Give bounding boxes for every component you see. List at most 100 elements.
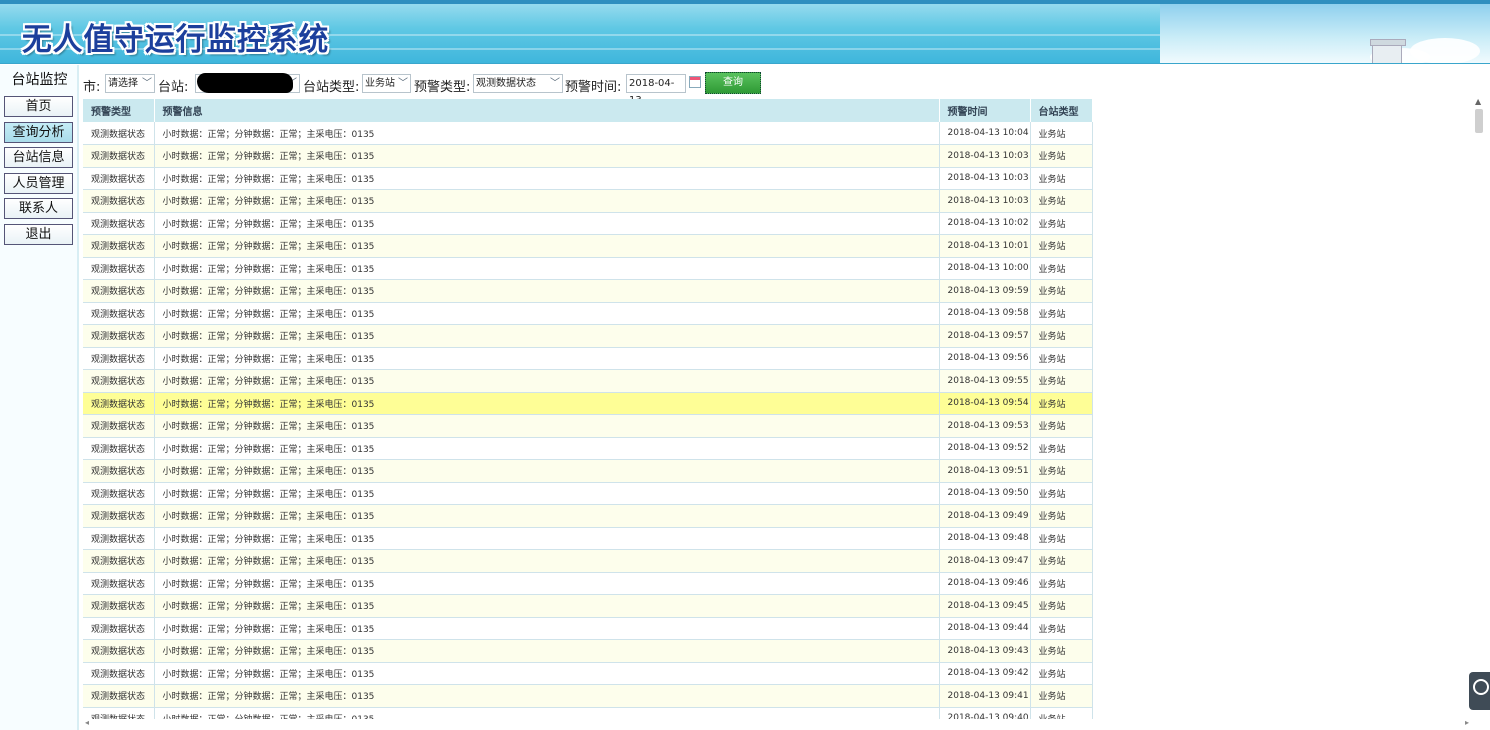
cell-alert-time: 2018-04-13 09:53 bbox=[939, 414, 1031, 438]
arrow-left-icon[interactable]: ◂ bbox=[85, 718, 89, 727]
query-button[interactable]: 查询 bbox=[705, 72, 761, 94]
table-row[interactable]: 观测数据状态小时数据：正常；分钟数据：正常；主采电压：01352018-04-1… bbox=[83, 212, 1093, 235]
cell-alert-type: 观测数据状态 bbox=[83, 324, 155, 348]
table-row[interactable]: 观测数据状态小时数据：正常；分钟数据：正常；主采电压：01352018-04-1… bbox=[83, 482, 1093, 505]
station-building-decoration bbox=[1370, 39, 1406, 63]
cell-station-type: 业务站 bbox=[1030, 572, 1093, 595]
arrow-up-icon[interactable]: ▲ bbox=[1475, 97, 1481, 106]
cell-alert-time: 2018-04-13 09:59 bbox=[939, 279, 1031, 303]
cell-station-type: 业务站 bbox=[1030, 504, 1093, 528]
scrollbar-thumb[interactable] bbox=[1475, 109, 1483, 133]
vertical-scrollbar[interactable]: ▲ bbox=[1473, 97, 1486, 717]
arrow-right-icon[interactable]: ▸ bbox=[1465, 718, 1469, 727]
nav-query-analysis-button[interactable]: 查询分析 bbox=[4, 122, 73, 143]
table-row[interactable]: 观测数据状态小时数据：正常；分钟数据：正常；主采电压：01352018-04-1… bbox=[83, 122, 1093, 145]
remote-control-icon[interactable] bbox=[1469, 672, 1490, 710]
table-row[interactable]: 观测数据状态小时数据：正常；分钟数据：正常；主采电压：01352018-04-1… bbox=[83, 617, 1093, 640]
nav-logout-button[interactable]: 退出 bbox=[4, 224, 73, 245]
cell-alert-type: 观测数据状态 bbox=[83, 527, 155, 550]
table-row[interactable]: 观测数据状态小时数据：正常；分钟数据：正常；主采电压：01352018-04-1… bbox=[83, 279, 1093, 303]
table-row[interactable]: 观测数据状态小时数据：正常；分钟数据：正常；主采电压：01352018-04-1… bbox=[83, 639, 1093, 663]
alert-type-select[interactable]: 观测数据状态 ﹀ bbox=[473, 74, 563, 93]
cell-alert-info: 小时数据：正常；分钟数据：正常；主采电压：0135 bbox=[154, 662, 940, 685]
table-row[interactable]: 观测数据状态小时数据：正常；分钟数据：正常；主采电压：01352018-04-1… bbox=[83, 392, 1093, 415]
cell-alert-info: 小时数据：正常；分钟数据：正常；主采电压：0135 bbox=[154, 414, 940, 438]
cell-alert-type: 观测数据状态 bbox=[83, 122, 155, 145]
app-title: 无人值守运行监控系统 bbox=[22, 22, 330, 58]
cell-alert-info: 小时数据：正常；分钟数据：正常；主采电压：0135 bbox=[154, 594, 940, 618]
station-label: 台站: bbox=[158, 80, 189, 95]
cell-station-type: 业务站 bbox=[1030, 234, 1093, 258]
table-row[interactable]: 观测数据状态小时数据：正常；分钟数据：正常；主采电压：01352018-04-1… bbox=[83, 504, 1093, 528]
cell-alert-time: 2018-04-13 09:57 bbox=[939, 324, 1031, 348]
cell-station-type: 业务站 bbox=[1030, 144, 1093, 168]
table-row[interactable]: 观测数据状态小时数据：正常；分钟数据：正常；主采电压：01352018-04-1… bbox=[83, 167, 1093, 190]
cell-alert-time: 2018-04-13 09:51 bbox=[939, 459, 1031, 483]
column-header-alert-info[interactable]: 预警信息 bbox=[154, 99, 940, 122]
table-row[interactable]: 观测数据状态小时数据：正常；分钟数据：正常；主采电压：01352018-04-1… bbox=[83, 302, 1093, 325]
cell-alert-info: 小时数据：正常；分钟数据：正常；主采电压：0135 bbox=[154, 122, 940, 145]
nav-home-button[interactable]: 首页 bbox=[4, 96, 73, 117]
column-header-alert-time[interactable]: 预警时间 bbox=[939, 99, 1031, 122]
cell-alert-type: 观测数据状态 bbox=[83, 414, 155, 438]
city-select-value: 请选择 bbox=[108, 78, 138, 89]
table-row[interactable]: 观测数据状态小时数据：正常；分钟数据：正常；主采电压：01352018-04-1… bbox=[83, 144, 1093, 168]
filter-bar: 市: 请选择 ﹀ 台站: ﹀ 台站类型: 业务站 ﹀ 预警类型: 观测数据状态 … bbox=[83, 72, 783, 106]
table-row[interactable]: 观测数据状态小时数据：正常；分钟数据：正常；主采电压：01352018-04-1… bbox=[83, 257, 1093, 280]
nav-station-info-button[interactable]: 台站信息 bbox=[4, 147, 73, 168]
cell-alert-info: 小时数据：正常；分钟数据：正常；主采电压：0135 bbox=[154, 684, 940, 708]
chevron-down-icon: ﹀ bbox=[398, 78, 408, 89]
cell-alert-type: 观测数据状态 bbox=[83, 234, 155, 258]
cell-alert-info: 小时数据：正常；分钟数据：正常；主采电压：0135 bbox=[154, 167, 940, 190]
cell-alert-type: 观测数据状态 bbox=[83, 594, 155, 618]
cell-station-type: 业务站 bbox=[1030, 594, 1093, 618]
table-row[interactable]: 观测数据状态小时数据：正常；分钟数据：正常；主采电压：01352018-04-1… bbox=[83, 527, 1093, 550]
cell-alert-time: 2018-04-13 09:46 bbox=[939, 572, 1031, 595]
cell-station-type: 业务站 bbox=[1030, 279, 1093, 303]
cell-station-type: 业务站 bbox=[1030, 392, 1093, 415]
table-row[interactable]: 观测数据状态小时数据：正常；分钟数据：正常；主采电压：01352018-04-1… bbox=[83, 572, 1093, 595]
cell-alert-time: 2018-04-13 10:02 bbox=[939, 212, 1031, 235]
cell-station-type: 业务站 bbox=[1030, 549, 1093, 573]
calendar-icon[interactable] bbox=[689, 76, 701, 88]
table-row[interactable]: 观测数据状态小时数据：正常；分钟数据：正常；主采电压：01352018-04-1… bbox=[83, 684, 1093, 708]
cell-alert-type: 观测数据状态 bbox=[83, 392, 155, 415]
table-row[interactable]: 观测数据状态小时数据：正常；分钟数据：正常；主采电压：01352018-04-1… bbox=[83, 662, 1093, 685]
nav-contacts-button[interactable]: 联系人 bbox=[4, 198, 73, 219]
cell-alert-type: 观测数据状态 bbox=[83, 482, 155, 505]
table-row[interactable]: 观测数据状态小时数据：正常；分钟数据：正常；主采电压：01352018-04-1… bbox=[83, 347, 1093, 370]
cell-alert-time: 2018-04-13 09:55 bbox=[939, 369, 1031, 393]
alert-date-input[interactable]: 2018-04-13 bbox=[626, 74, 686, 106]
table-body: 观测数据状态 小时数据：正常；分钟数据：正常；主采电压：0135 2018-04-1… bbox=[83, 122, 1093, 719]
table-row[interactable]: 观测数据状态小时数据：正常；分钟数据：正常；主采电压：01352018-04-1… bbox=[83, 189, 1093, 213]
column-header-station-type[interactable]: 台站类型 bbox=[1030, 99, 1093, 122]
nav-personnel-button[interactable]: 人员管理 bbox=[4, 173, 73, 194]
table-row[interactable]: 观测数据状态小时数据：正常；分钟数据：正常；主采电压：01352018-04-1… bbox=[83, 549, 1093, 573]
cell-alert-time: 2018-04-13 10:03 bbox=[939, 144, 1031, 168]
cell-station-type: 业务站 bbox=[1030, 369, 1093, 393]
cell-alert-type: 观测数据状态 bbox=[83, 617, 155, 640]
alert-type-select-value: 观测数据状态 bbox=[476, 78, 536, 89]
cell-alert-type: 观测数据状态 bbox=[83, 437, 155, 460]
cell-station-type: 业务站 bbox=[1030, 347, 1093, 370]
table-row[interactable]: 观测数据状态小时数据：正常；分钟数据：正常；主采电压：01352018-04-1… bbox=[83, 594, 1093, 618]
station-type-label: 台站类型: bbox=[303, 80, 360, 95]
table-row[interactable]: 观测数据状态小时数据：正常；分钟数据：正常；主采电压：01352018-04-1… bbox=[83, 234, 1093, 258]
column-header-alert-type[interactable]: 预警类型 bbox=[83, 99, 155, 122]
table-row[interactable]: 观测数据状态小时数据：正常；分钟数据：正常；主采电压：01352018-04-1… bbox=[83, 437, 1093, 460]
table-row[interactable]: 观测数据状态小时数据：正常；分钟数据：正常；主采电压：01352018-04-1… bbox=[83, 459, 1093, 483]
table-row[interactable]: 观测数据状态小时数据：正常；分钟数据：正常；主采电压：01352018-04-1… bbox=[83, 414, 1093, 438]
city-select[interactable]: 请选择 ﹀ bbox=[105, 74, 155, 93]
table-row[interactable]: 观测数据状态小时数据：正常；分钟数据：正常；主采电压：01352018-04-1… bbox=[83, 369, 1093, 393]
cell-alert-time: 2018-04-13 10:04 bbox=[939, 122, 1031, 145]
cell-alert-time: 2018-04-13 09:50 bbox=[939, 482, 1031, 505]
cell-alert-info: 小时数据：正常；分钟数据：正常；主采电压：0135 bbox=[154, 527, 940, 550]
cell-alert-type: 观测数据状态 bbox=[83, 639, 155, 663]
cell-alert-time: 2018-04-13 09:41 bbox=[939, 684, 1031, 708]
horizontal-scrollbar[interactable]: ◂ ▸ bbox=[83, 718, 1473, 730]
cell-station-type: 业务站 bbox=[1030, 482, 1093, 505]
cell-alert-info: 小时数据：正常；分钟数据：正常；主采电压：0135 bbox=[154, 572, 940, 595]
table-row[interactable]: 观测数据状态小时数据：正常；分钟数据：正常；主采电压：01352018-04-1… bbox=[83, 324, 1093, 348]
cell-alert-info: 小时数据：正常；分钟数据：正常；主采电压：0135 bbox=[154, 324, 940, 348]
station-type-select[interactable]: 业务站 ﹀ bbox=[362, 74, 411, 93]
